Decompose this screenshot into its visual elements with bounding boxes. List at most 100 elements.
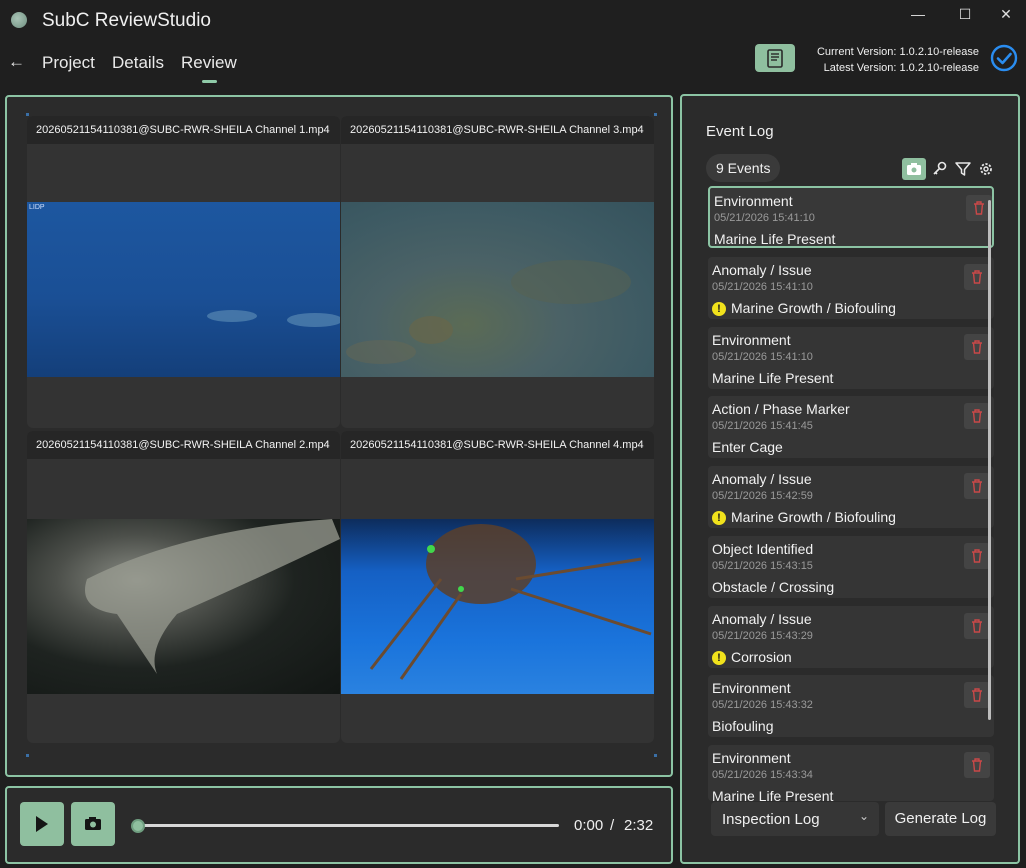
event-item[interactable]: Environment 05/21/2026 15:41:10 Marine L… <box>708 327 994 389</box>
tab-review[interactable]: Review <box>181 53 237 83</box>
trash-icon <box>972 758 982 772</box>
event-item[interactable]: Anomaly / Issue 05/21/2026 15:41:10 ! Mar… <box>708 257 994 319</box>
event-item[interactable]: Environment 05/21/2026 15:41:10 Marine L… <box>708 186 994 248</box>
generate-log-button[interactable]: Generate Log <box>885 802 996 836</box>
video-grid-panel: 20260521154110381@SUBC-RWR-SHEILA Channe… <box>5 95 673 777</box>
minimize-button[interactable]: — <box>902 4 934 24</box>
seabed-image <box>346 260 631 364</box>
event-timestamp: 05/21/2026 15:41:10 <box>714 212 815 224</box>
dolphins-image <box>207 310 340 327</box>
event-category: Anomaly / Issue <box>712 611 812 627</box>
trash-icon <box>972 479 982 493</box>
event-note-text: Obstacle / Crossing <box>712 579 835 595</box>
app-logo-icon <box>11 12 27 28</box>
camera-icon <box>85 817 101 830</box>
event-item[interactable]: Object Identified 05/21/2026 15:43:15 Ob… <box>708 536 994 598</box>
video-tile-channel-3[interactable]: 20260521154110381@SUBC-RWR-SHEILA Channe… <box>341 116 654 428</box>
video-frame[interactable]: LIDP <box>27 202 340 377</box>
event-list-scrollbar[interactable] <box>988 200 991 720</box>
top-nav: ← Project Details Review Current Version… <box>0 42 1026 88</box>
lobster-image <box>369 524 652 680</box>
key-icon <box>933 161 947 175</box>
close-button[interactable]: ✕ <box>990 4 1022 24</box>
event-note: Biofouling <box>712 718 774 734</box>
video-title: 20260521154110381@SUBC-RWR-SHEILA Channe… <box>27 431 340 459</box>
event-timestamp: 05/21/2026 15:42:59 <box>712 490 813 502</box>
video-tile-channel-1[interactable]: 20260521154110381@SUBC-RWR-SHEILA Channe… <box>27 116 340 428</box>
event-category: Action / Phase Marker <box>712 401 850 417</box>
event-timestamp: 05/21/2026 15:43:32 <box>712 699 813 711</box>
event-category: Environment <box>712 680 791 696</box>
event-item[interactable]: Environment 05/21/2026 15:43:32 Biofouli… <box>708 675 994 737</box>
video-frame[interactable] <box>341 519 654 694</box>
event-timestamp: 05/21/2026 15:41:10 <box>712 281 813 293</box>
event-item[interactable]: Environment 05/21/2026 15:43:34 Marine L… <box>708 745 994 804</box>
back-arrow-icon[interactable]: ← <box>8 52 25 72</box>
maximize-button[interactable]: ☐ <box>949 4 981 24</box>
trash-icon <box>972 340 982 354</box>
trash-icon <box>972 619 982 633</box>
video-title: 20260521154110381@SUBC-RWR-SHEILA Channe… <box>27 116 340 144</box>
video-title: 20260521154110381@SUBC-RWR-SHEILA Channe… <box>341 431 654 459</box>
event-timestamp: 05/21/2026 15:43:15 <box>712 560 813 572</box>
event-item[interactable]: Anomaly / Issue 05/21/2026 15:42:59 ! Mar… <box>708 466 994 528</box>
filter-button[interactable] <box>952 158 974 180</box>
delete-event-button[interactable] <box>964 403 990 429</box>
video-frame[interactable] <box>341 202 654 377</box>
trash-icon <box>972 409 982 423</box>
latest-version: Latest Version: 1.0.2.10-release <box>823 62 979 74</box>
play-icon <box>36 816 48 832</box>
current-version: Current Version: 1.0.2.10-release <box>816 46 979 58</box>
event-item[interactable]: Action / Phase Marker 05/21/2026 15:41:4… <box>708 396 994 458</box>
camera-icon <box>907 163 921 175</box>
delete-event-button[interactable] <box>964 682 990 708</box>
filter-icon <box>955 162 971 176</box>
event-note-text: Marine Growth / Biofouling <box>731 300 896 316</box>
video-frame[interactable] <box>27 519 340 694</box>
delete-event-button[interactable] <box>964 752 990 778</box>
tab-details[interactable]: Details <box>112 53 164 73</box>
event-note-text: Enter Cage <box>712 439 783 455</box>
time-separator: / <box>610 817 615 834</box>
grid-handle[interactable] <box>654 113 657 116</box>
event-note-text: Marine Life Present <box>714 231 836 247</box>
event-count-badge: 9 Events <box>706 154 781 182</box>
delete-event-button[interactable] <box>964 473 990 499</box>
delete-event-button[interactable] <box>964 543 990 569</box>
warning-icon: ! <box>712 302 726 316</box>
snapshot-filter-button[interactable] <box>902 158 926 180</box>
key-button[interactable] <box>929 158 951 180</box>
video-tile-channel-2[interactable]: 20260521154110381@SUBC-RWR-SHEILA Channe… <box>27 431 340 743</box>
timeline-track[interactable] <box>137 824 559 827</box>
event-note: Obstacle / Crossing <box>712 579 834 595</box>
event-item[interactable]: Anomaly / Issue 05/21/2026 15:43:29 ! Cor… <box>708 606 994 668</box>
title-bar: SubC ReviewStudio — ☐ ✕ <box>0 0 1026 42</box>
grid-handle[interactable] <box>654 754 657 757</box>
settings-button[interactable] <box>975 158 997 180</box>
tab-project[interactable]: Project <box>42 53 95 73</box>
event-note-text: Marine Growth / Biofouling <box>731 509 896 525</box>
play-button[interactable] <box>20 802 64 846</box>
event-category: Object Identified <box>712 541 814 557</box>
video-tile-channel-4[interactable]: 20260521154110381@SUBC-RWR-SHEILA Channe… <box>341 431 654 743</box>
app-title: SubC ReviewStudio <box>42 10 211 31</box>
warning-icon: ! <box>712 511 726 525</box>
event-note: Enter Cage <box>712 439 783 455</box>
event-category: Environment <box>712 750 791 766</box>
trash-icon <box>972 549 982 563</box>
duration: 2:32 <box>624 817 654 834</box>
event-category: Anomaly / Issue <box>712 262 812 278</box>
delete-event-button[interactable] <box>964 264 990 290</box>
log-type-select[interactable]: Inspection Log ⌄ <box>711 802 879 836</box>
delete-event-button[interactable] <box>964 334 990 360</box>
user-manual-button[interactable] <box>755 44 795 72</box>
book-icon <box>767 49 783 68</box>
playback-controls: 0:00 / 2:32 <box>5 786 673 864</box>
snapshot-button[interactable] <box>71 802 115 846</box>
grid-handle[interactable] <box>26 754 29 757</box>
event-log-title: Event Log <box>706 123 774 140</box>
event-note: Marine Life Present <box>712 370 833 386</box>
delete-event-button[interactable] <box>964 613 990 639</box>
chevron-down-icon: ⌄ <box>858 809 869 823</box>
timeline-thumb[interactable] <box>131 819 145 833</box>
